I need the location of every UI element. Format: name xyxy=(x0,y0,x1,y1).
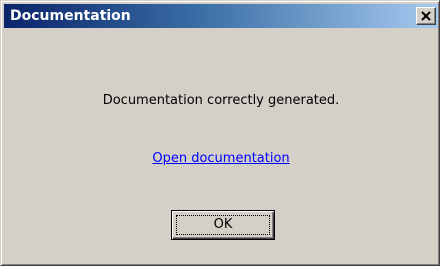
close-button[interactable] xyxy=(416,7,436,25)
link-row: Open documentation xyxy=(1,147,440,168)
close-icon xyxy=(421,11,431,21)
title-bar[interactable]: Documentation xyxy=(4,4,438,28)
ok-button[interactable]: OK xyxy=(171,210,275,240)
status-message: Documentation correctly generated. xyxy=(102,93,340,108)
ok-button-label: OK xyxy=(213,217,233,232)
open-documentation-link[interactable]: Open documentation xyxy=(152,151,289,166)
window-title: Documentation xyxy=(10,8,131,24)
dialog-window: Documentation Documentation correctly ge… xyxy=(0,0,440,266)
